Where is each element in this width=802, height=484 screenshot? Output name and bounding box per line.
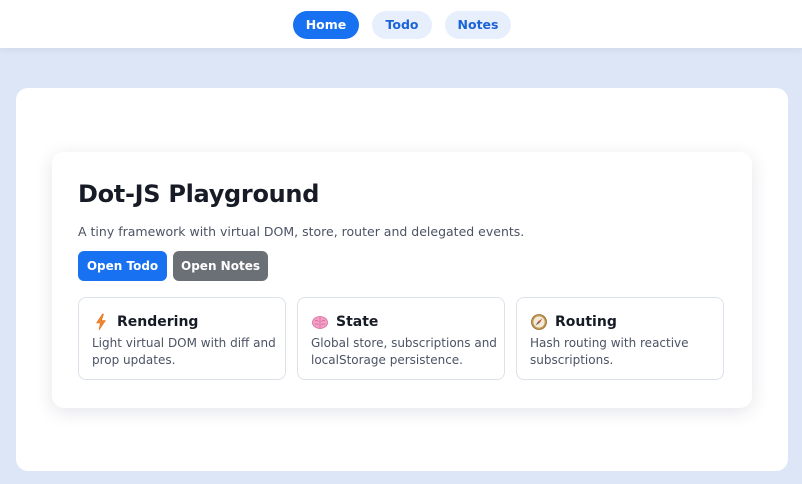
feature-title: State: [336, 314, 379, 330]
feature-description: Global store, subscriptions and localSto…: [311, 336, 497, 367]
feature-card-rendering: Rendering Light virtual DOM with diff an…: [78, 297, 286, 380]
feature-description: Light virtual DOM with diff and prop upd…: [92, 336, 276, 367]
nav-notes-button[interactable]: Notes: [445, 11, 511, 39]
feature-card-routing: Routing Hash routing with reactive subsc…: [516, 297, 724, 380]
feature-card-state: State Global store, subscriptions and lo…: [297, 297, 505, 380]
nav-home-button[interactable]: Home: [293, 11, 359, 39]
feature-title: Rendering: [117, 314, 199, 330]
top-nav-bar: Home Todo Notes: [0, 0, 802, 49]
page-title: Dot-JS Playground: [78, 180, 320, 208]
feature-description: Hash routing with reactive subscriptions…: [530, 336, 689, 367]
feature-title: Routing: [555, 314, 617, 330]
nav-todo-button[interactable]: Todo: [372, 11, 432, 39]
compass-icon: [530, 313, 548, 331]
open-todo-button[interactable]: Open Todo: [78, 251, 167, 281]
page-subtitle: A tiny framework with virtual DOM, store…: [78, 224, 525, 239]
hero-card: Dot-JS Playground A tiny framework with …: [52, 152, 752, 408]
open-notes-button[interactable]: Open Notes: [173, 251, 268, 281]
lightning-icon: [92, 313, 110, 331]
brain-icon: [311, 313, 329, 331]
